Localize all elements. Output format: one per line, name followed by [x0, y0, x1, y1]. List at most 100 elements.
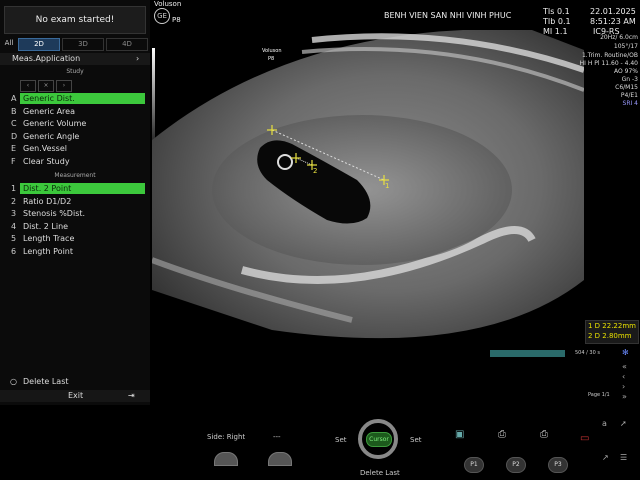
item-key: 5: [11, 234, 17, 243]
list-item[interactable]: 6 Length Point: [0, 246, 150, 258]
delete-last-bottom[interactable]: Delete Last: [360, 469, 400, 477]
play-forward-icon[interactable]: ›: [622, 382, 625, 391]
param-line: P4/E1: [620, 92, 638, 99]
side-label: Side: Right: [207, 433, 246, 441]
exit-button[interactable]: Exit ⇥: [0, 390, 150, 402]
ge-logo-icon: GE: [154, 8, 170, 24]
list-item[interactable]: 2 Ratio D1/D2: [0, 196, 150, 208]
report-icon[interactable]: ▭: [580, 433, 589, 444]
tab-all[interactable]: All: [2, 38, 16, 49]
list-item[interactable]: D Generic Angle: [0, 131, 150, 143]
tab-4d[interactable]: 4D: [106, 38, 148, 51]
list-item[interactable]: 1 Dist. 2 Point: [0, 183, 150, 195]
keyboard-shortcuts: ‹ × ›: [20, 80, 80, 92]
delete-last-row[interactable]: ○ Delete Last: [0, 376, 150, 388]
item-key: C: [11, 119, 17, 128]
list-item[interactable]: F Clear Study: [0, 156, 150, 168]
item-key: 4: [11, 222, 17, 231]
cursor-button[interactable]: Cursor: [366, 432, 392, 447]
overlay-brand: Voluson: [262, 48, 281, 54]
list-item[interactable]: 5 Length Trace: [0, 233, 150, 245]
item-label: Gen.Vessel: [23, 144, 67, 153]
result-1: 1 D 22.22mm: [588, 322, 636, 330]
p3-button[interactable]: P3: [548, 457, 568, 473]
play-back-icon[interactable]: ‹: [622, 372, 625, 381]
selected-highlight: Generic Dist.: [20, 93, 145, 104]
voluson-label: Voluson: [154, 0, 182, 8]
tab-2d[interactable]: 2D: [18, 38, 60, 51]
cine-counter: 504 / 30 s: [575, 350, 600, 356]
item-label: Dist. 2 Point: [23, 184, 72, 193]
page-indicator: Page 1/1: [588, 392, 610, 398]
settings-gear-icon[interactable]: ✻: [622, 348, 629, 357]
fast-forward-icon[interactable]: »: [622, 392, 627, 401]
dashes-label: ---: [273, 433, 281, 441]
param-line: C6/M15: [615, 84, 638, 91]
date-value: 22.01.2025: [590, 7, 636, 16]
selected-highlight: Dist. 2 Point: [20, 183, 145, 194]
item-label: Length Point: [23, 247, 73, 256]
arrow-icon[interactable]: ↗: [602, 453, 609, 462]
param-line: Gn -3: [621, 76, 638, 83]
print-color-icon[interactable]: ⎙: [540, 429, 548, 440]
list-item[interactable]: B Generic Area: [0, 106, 150, 118]
item-key: A: [11, 94, 17, 103]
save-icon[interactable]: ▣: [455, 429, 464, 440]
exit-label: Exit: [68, 391, 84, 400]
param-line: SRI 4: [622, 100, 638, 107]
param-line: 20Hz/ 6.0cm: [600, 34, 638, 41]
item-key: 3: [11, 209, 17, 218]
print-icon[interactable]: ⎙: [498, 429, 506, 440]
list-item[interactable]: 4 Dist. 2 Line: [0, 221, 150, 233]
item-label: Stenosis %Dist.: [23, 209, 86, 218]
left-panel: No exam started! All 2D 3D 4D Meas.Appli…: [0, 0, 150, 405]
measurement-results: 1 D 22.22mm 2 D 2.80mm: [585, 320, 639, 344]
item-key: D: [11, 132, 18, 141]
item-label: Generic Volume: [23, 119, 87, 128]
pointer-icon[interactable]: ➚: [620, 419, 627, 428]
item-key: F: [11, 157, 16, 166]
study-header: Study: [66, 68, 84, 75]
meas-application-label: Meas.Application: [12, 54, 81, 63]
overlay-model: P8: [268, 56, 274, 62]
chevron-right-icon: ›: [136, 54, 140, 63]
caliper-label-1: 1: [385, 182, 389, 190]
rewind-icon[interactable]: «: [622, 362, 627, 371]
param-line: 1.Trim. Routine/OB: [581, 52, 638, 59]
exam-status: No exam started!: [4, 6, 146, 34]
item-key: 1: [11, 184, 17, 193]
p1-button[interactable]: P1: [464, 457, 484, 473]
measurement-header: Measurement: [54, 172, 96, 179]
list-item[interactable]: E Gen.Vessel: [0, 143, 150, 155]
key-x-icon: ×: [38, 80, 54, 92]
side-knob[interactable]: [214, 452, 238, 466]
item-label: Generic Area: [23, 107, 75, 116]
text-annotation-icon[interactable]: a: [602, 419, 607, 428]
item-key: B: [11, 107, 17, 116]
delete-circle-icon: ○: [10, 377, 17, 386]
bottom-controls: Side: Right --- Set Cursor Set Delete La…: [0, 405, 640, 480]
meas-application-row[interactable]: Meas.Application ›: [0, 53, 150, 65]
result-2: 2 D 2.80mm: [588, 332, 632, 340]
dash-knob[interactable]: [268, 452, 292, 466]
menu-icon[interactable]: ☰: [620, 453, 627, 462]
item-key: 2: [11, 197, 17, 206]
item-label: Generic Dist.: [23, 94, 75, 103]
item-label: Ratio D1/D2: [23, 197, 72, 206]
item-label: Clear Study: [23, 157, 70, 166]
key-left-icon: ‹: [20, 80, 36, 92]
list-item[interactable]: C Generic Volume: [0, 118, 150, 130]
item-label: Length Trace: [23, 234, 75, 243]
p2-button[interactable]: P2: [506, 457, 526, 473]
list-item[interactable]: 3 Stenosis %Dist.: [0, 208, 150, 220]
cine-progress-bar[interactable]: [490, 350, 565, 357]
model-label: P8: [172, 16, 181, 24]
param-line: 105°/17: [613, 43, 638, 50]
delete-last-label: Delete Last: [23, 377, 69, 386]
list-item[interactable]: A Generic Dist.: [0, 93, 150, 105]
tib-value: TIb 0.1: [543, 17, 571, 26]
tab-3d[interactable]: 3D: [62, 38, 104, 51]
set-left-label: Set: [335, 436, 347, 444]
item-label: Dist. 2 Line: [23, 222, 69, 231]
exit-icon: ⇥: [128, 391, 135, 400]
